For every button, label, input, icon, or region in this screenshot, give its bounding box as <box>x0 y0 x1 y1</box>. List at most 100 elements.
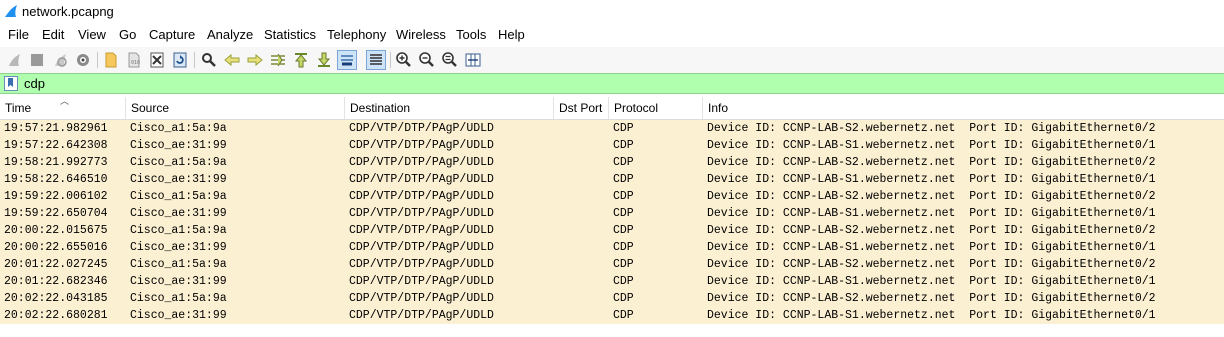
cell-destination: CDP/VTP/DTP/PAgP/UDLD <box>349 224 494 237</box>
stop-capture-icon[interactable] <box>27 50 47 70</box>
cell-time: 19:58:21.992773 <box>4 156 108 169</box>
menu-capture[interactable]: Capture <box>149 27 195 42</box>
go-to-packet-icon[interactable] <box>268 50 288 70</box>
find-packet-icon[interactable] <box>199 50 219 70</box>
cell-info: Device ID: CCNP-LAB-S1.webernetz.net Por… <box>707 309 1156 322</box>
cell-time: 20:00:22.655016 <box>4 241 108 254</box>
table-row[interactable]: 19:57:21.982961 Cisco_a1:5a:9a CDP/VTP/DTP… <box>0 120 1224 137</box>
cell-source: Cisco_ae:31:99 <box>130 309 227 322</box>
zoom-in-icon[interactable] <box>394 50 414 70</box>
close-file-icon[interactable] <box>147 50 167 70</box>
table-row[interactable]: 19:58:21.992773 Cisco_a1:5a:9a CDP/VTP/DTP… <box>0 154 1224 171</box>
go-first-icon[interactable] <box>291 50 311 70</box>
table-row[interactable]: 19:59:22.650704 Cisco_ae:31:99 CDP/VTP/DTP… <box>0 205 1224 222</box>
cell-protocol: CDP <box>613 309 634 322</box>
cell-protocol: CDP <box>613 275 634 288</box>
restart-capture-icon[interactable] <box>50 50 70 70</box>
cell-protocol: CDP <box>613 241 634 254</box>
menu-analyze[interactable]: Analyze <box>207 27 253 42</box>
go-back-icon[interactable] <box>222 50 242 70</box>
cell-protocol: CDP <box>613 156 634 169</box>
column-header-destination[interactable]: Destination <box>345 97 554 119</box>
normal-size-icon[interactable] <box>440 50 460 70</box>
table-row[interactable]: 19:59:22.006102 Cisco_a1:5a:9a CDP/VTP/DTP… <box>0 188 1224 205</box>
menu-telephony[interactable]: Telephony <box>327 27 386 42</box>
table-row[interactable]: 20:01:22.682346 Cisco_ae:31:99 CDP/VTP/DTP… <box>0 273 1224 290</box>
reload-file-icon[interactable] <box>170 50 190 70</box>
menu-view[interactable]: View <box>78 27 106 42</box>
cell-source: Cisco_a1:5a:9a <box>130 122 227 135</box>
column-header-source[interactable]: Source <box>126 97 345 119</box>
shark-fin-icon <box>4 4 18 21</box>
cell-protocol: CDP <box>613 139 634 152</box>
cell-source: Cisco_ae:31:99 <box>130 207 227 220</box>
bookmark-icon[interactable] <box>4 76 18 91</box>
cell-info: Device ID: CCNP-LAB-S2.webernetz.net Por… <box>707 190 1156 203</box>
table-row[interactable]: 20:02:22.680281 Cisco_ae:31:99 CDP/VTP/DTP… <box>0 307 1224 324</box>
cell-info: Device ID: CCNP-LAB-S1.webernetz.net Por… <box>707 139 1156 152</box>
menu-go[interactable]: Go <box>119 27 136 42</box>
column-header-info[interactable]: Info <box>703 97 1224 119</box>
column-header-time[interactable]: ︿ Time <box>0 96 126 119</box>
table-row[interactable]: 20:00:22.655016 Cisco_ae:31:99 CDP/VTP/DTP… <box>0 239 1224 256</box>
zoom-out-icon[interactable] <box>417 50 437 70</box>
table-row[interactable]: 19:57:22.642308 Cisco_ae:31:99 CDP/VTP/DTP… <box>0 137 1224 154</box>
cell-source: Cisco_ae:31:99 <box>130 241 227 254</box>
cell-protocol: CDP <box>613 190 634 203</box>
cell-time: 20:01:22.682346 <box>4 275 108 288</box>
menu-help[interactable]: Help <box>498 27 525 42</box>
table-row[interactable]: 19:58:22.646510 Cisco_ae:31:99 CDP/VTP/DTP… <box>0 171 1224 188</box>
column-label: Dst Port <box>559 101 603 115</box>
toolbar-separator <box>97 52 98 68</box>
open-file-icon[interactable] <box>101 50 121 70</box>
cell-source: Cisco_ae:31:99 <box>130 275 227 288</box>
cell-protocol: CDP <box>613 173 634 186</box>
cell-source: Cisco_a1:5a:9a <box>130 292 227 305</box>
column-label: Info <box>708 101 729 115</box>
cell-time: 19:57:22.642308 <box>4 139 108 152</box>
cell-time: 19:59:22.006102 <box>4 190 108 203</box>
cell-protocol: CDP <box>613 258 634 271</box>
menu-tools[interactable]: Tools <box>456 27 486 42</box>
go-forward-icon[interactable] <box>245 50 265 70</box>
title-bar: network.pcapng <box>0 0 1224 24</box>
display-filter-input[interactable] <box>22 74 1216 93</box>
table-row[interactable]: 20:02:22.043185 Cisco_a1:5a:9a CDP/VTP/DTP… <box>0 290 1224 307</box>
menu-statistics[interactable]: Statistics <box>264 27 316 42</box>
cell-destination: CDP/VTP/DTP/PAgP/UDLD <box>349 156 494 169</box>
menu-wireless[interactable]: Wireless <box>396 27 446 42</box>
cell-time: 20:01:22.027245 <box>4 258 108 271</box>
resize-columns-icon[interactable] <box>463 50 483 70</box>
cell-time: 19:58:22.646510 <box>4 173 108 186</box>
menu-bar: File Edit View Go Capture Analyze Statis… <box>0 24 1224 46</box>
column-label: Time <box>5 101 32 115</box>
cell-protocol: CDP <box>613 292 634 305</box>
cell-info: Device ID: CCNP-LAB-S1.webernetz.net Por… <box>707 241 1156 254</box>
start-capture-icon[interactable] <box>4 50 24 70</box>
cell-destination: CDP/VTP/DTP/PAgP/UDLD <box>349 207 494 220</box>
column-label: Source <box>131 101 170 115</box>
go-last-icon[interactable] <box>314 50 334 70</box>
cell-source: Cisco_a1:5a:9a <box>130 224 227 237</box>
capture-options-icon[interactable] <box>73 50 93 70</box>
column-label: Destination <box>350 101 411 115</box>
menu-edit[interactable]: Edit <box>42 27 64 42</box>
cell-source: Cisco_a1:5a:9a <box>130 258 227 271</box>
colorize-icon[interactable] <box>366 50 386 70</box>
cell-time: 19:57:21.982961 <box>4 122 108 135</box>
table-row[interactable]: 20:01:22.027245 Cisco_a1:5a:9a CDP/VTP/DTP… <box>0 256 1224 273</box>
autoscroll-icon[interactable] <box>337 50 357 70</box>
cell-info: Device ID: CCNP-LAB-S2.webernetz.net Por… <box>707 156 1156 169</box>
menu-file[interactable]: File <box>8 27 29 42</box>
toolbar-separator <box>390 52 391 68</box>
cell-info: Device ID: CCNP-LAB-S2.webernetz.net Por… <box>707 122 1156 135</box>
save-file-icon[interactable]: 010 <box>124 50 144 70</box>
table-row[interactable]: 20:00:22.015675 Cisco_a1:5a:9a CDP/VTP/DTP… <box>0 222 1224 239</box>
cell-time: 20:02:22.043185 <box>4 292 108 305</box>
cell-destination: CDP/VTP/DTP/PAgP/UDLD <box>349 309 494 322</box>
cell-time: 20:02:22.680281 <box>4 309 108 322</box>
column-header-protocol[interactable]: Protocol <box>609 97 703 119</box>
sort-ascending-icon: ︿ <box>60 96 70 106</box>
cell-source: Cisco_ae:31:99 <box>130 139 227 152</box>
column-header-dst-port[interactable]: Dst Port <box>554 97 609 119</box>
